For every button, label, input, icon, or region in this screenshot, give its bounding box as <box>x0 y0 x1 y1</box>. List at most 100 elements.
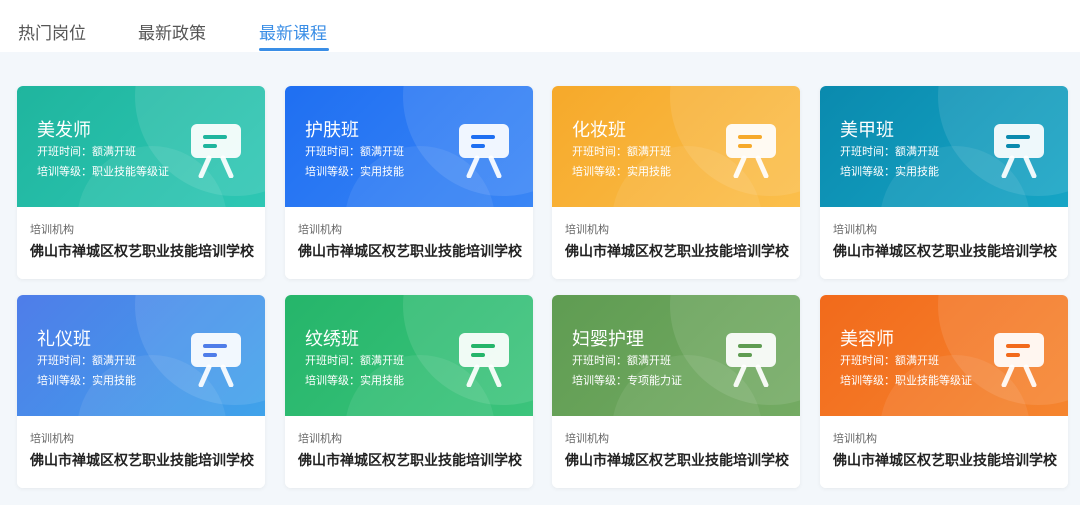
training-level-line: 培训等级：实用技能 <box>305 163 404 179</box>
org-label: 培训机构 <box>833 223 877 236</box>
course-title: 妇婴护理 <box>572 329 644 350</box>
training-level-value: 实用技能 <box>895 165 939 178</box>
start-time-line: 开班时间：额满开班 <box>305 352 404 368</box>
start-time-line: 开班时间：额满开班 <box>572 143 671 159</box>
course-title: 美容师 <box>840 329 894 350</box>
course-footer: 培训机构 佛山市禅城区权艺职业技能培训学校 <box>820 416 1068 488</box>
org-name: 佛山市禅城区权艺职业技能培训学校 <box>565 453 789 469</box>
course-title: 美甲班 <box>840 120 894 141</box>
course-card[interactable]: 礼仪班 开班时间：额满开班 培训等级：实用技能 培训机构 佛山市禅城区权艺职业技… <box>17 295 265 488</box>
course-title: 纹绣班 <box>305 329 359 350</box>
course-banner: 美容师 开班时间：额满开班 培训等级：职业技能等级证 <box>820 295 1068 416</box>
course-footer: 培训机构 佛山市禅城区权艺职业技能培训学校 <box>17 207 265 279</box>
training-level-label: 培训等级： <box>305 374 360 387</box>
tab-hot-jobs[interactable]: 热门岗位 <box>18 19 86 44</box>
presentation-board-icon <box>992 331 1046 388</box>
training-level-value: 实用技能 <box>92 374 136 387</box>
course-card[interactable]: 美容师 开班时间：额满开班 培训等级：职业技能等级证 培训机构 佛山市禅城区权艺… <box>820 295 1068 488</box>
course-title: 美发师 <box>37 120 91 141</box>
training-level-line: 培训等级：职业技能等级证 <box>840 372 972 388</box>
training-level-label: 培训等级： <box>840 374 895 387</box>
org-name: 佛山市禅城区权艺职业技能培训学校 <box>833 453 1057 469</box>
org-name: 佛山市禅城区权艺职业技能培训学校 <box>30 453 254 469</box>
start-time-value: 额满开班 <box>627 145 671 158</box>
training-level-line: 培训等级：职业技能等级证 <box>37 163 169 179</box>
course-banner: 美甲班 开班时间：额满开班 培训等级：实用技能 <box>820 86 1068 207</box>
tab-latest-courses[interactable]: 最新课程 <box>259 19 327 44</box>
training-level-label: 培训等级： <box>37 374 92 387</box>
start-time-value: 额满开班 <box>360 354 404 367</box>
start-time-label: 开班时间： <box>305 354 360 367</box>
start-time-label: 开班时间： <box>37 354 92 367</box>
course-banner: 化妆班 开班时间：额满开班 培训等级：实用技能 <box>552 86 800 207</box>
presentation-board-icon <box>724 122 778 179</box>
training-level-label: 培训等级： <box>572 165 627 178</box>
course-card[interactable]: 化妆班 开班时间：额满开班 培训等级：实用技能 培训机构 佛山市禅城区权艺职业技… <box>552 86 800 279</box>
presentation-board-icon <box>992 122 1046 179</box>
start-time-label: 开班时间： <box>572 354 627 367</box>
start-time-value: 额满开班 <box>895 354 939 367</box>
course-card[interactable]: 纹绣班 开班时间：额满开班 培训等级：实用技能 培训机构 佛山市禅城区权艺职业技… <box>285 295 533 488</box>
start-time-line: 开班时间：额满开班 <box>37 143 136 159</box>
training-level-value: 职业技能等级证 <box>92 165 169 178</box>
active-tab-indicator <box>259 48 329 51</box>
training-level-label: 培训等级： <box>37 165 92 178</box>
course-card[interactable]: 美甲班 开班时间：额满开班 培训等级：实用技能 培训机构 佛山市禅城区权艺职业技… <box>820 86 1068 279</box>
org-name: 佛山市禅城区权艺职业技能培训学校 <box>298 453 522 469</box>
course-banner: 妇婴护理 开班时间：额满开班 培训等级：专项能力证 <box>552 295 800 416</box>
org-name: 佛山市禅城区权艺职业技能培训学校 <box>565 244 789 260</box>
tab-bar: 热门岗位 最新政策 最新课程 <box>0 0 1080 52</box>
start-time-value: 额满开班 <box>92 145 136 158</box>
training-level-line: 培训等级：实用技能 <box>572 163 671 179</box>
training-level-value: 专项能力证 <box>627 374 682 387</box>
presentation-board-icon <box>724 331 778 388</box>
start-time-line: 开班时间：额满开班 <box>37 352 136 368</box>
org-label: 培训机构 <box>298 432 342 445</box>
org-name: 佛山市禅城区权艺职业技能培训学校 <box>298 244 522 260</box>
presentation-board-icon <box>189 331 243 388</box>
org-label: 培训机构 <box>565 432 609 445</box>
course-banner: 纹绣班 开班时间：额满开班 培训等级：实用技能 <box>285 295 533 416</box>
training-level-line: 培训等级：实用技能 <box>840 163 939 179</box>
org-name: 佛山市禅城区权艺职业技能培训学校 <box>833 244 1057 260</box>
course-banner: 美发师 开班时间：额满开班 培训等级：职业技能等级证 <box>17 86 265 207</box>
start-time-line: 开班时间：额满开班 <box>572 352 671 368</box>
training-level-value: 实用技能 <box>360 165 404 178</box>
start-time-value: 额满开班 <box>627 354 671 367</box>
training-level-label: 培训等级： <box>572 374 627 387</box>
tab-latest-policy[interactable]: 最新政策 <box>138 19 206 44</box>
course-footer: 培训机构 佛山市禅城区权艺职业技能培训学校 <box>552 207 800 279</box>
start-time-value: 额满开班 <box>360 145 404 158</box>
training-level-label: 培训等级： <box>840 165 895 178</box>
training-level-label: 培训等级： <box>305 165 360 178</box>
course-title: 护肤班 <box>305 120 359 141</box>
presentation-board-icon <box>189 122 243 179</box>
start-time-label: 开班时间： <box>840 145 895 158</box>
start-time-line: 开班时间：额满开班 <box>305 143 404 159</box>
course-footer: 培训机构 佛山市禅城区权艺职业技能培训学校 <box>552 416 800 488</box>
training-level-value: 职业技能等级证 <box>895 374 972 387</box>
start-time-label: 开班时间： <box>840 354 895 367</box>
org-name: 佛山市禅城区权艺职业技能培训学校 <box>30 244 254 260</box>
course-title: 化妆班 <box>572 120 626 141</box>
course-footer: 培训机构 佛山市禅城区权艺职业技能培训学校 <box>17 416 265 488</box>
training-level-value: 实用技能 <box>360 374 404 387</box>
org-label: 培训机构 <box>298 223 342 236</box>
start-time-label: 开班时间： <box>37 145 92 158</box>
course-footer: 培训机构 佛山市禅城区权艺职业技能培训学校 <box>820 207 1068 279</box>
course-card[interactable]: 妇婴护理 开班时间：额满开班 培训等级：专项能力证 培训机构 佛山市禅城区权艺职… <box>552 295 800 488</box>
org-label: 培训机构 <box>30 432 74 445</box>
course-title: 礼仪班 <box>37 329 91 350</box>
training-level-line: 培训等级：实用技能 <box>305 372 404 388</box>
start-time-line: 开班时间：额满开班 <box>840 352 939 368</box>
course-footer: 培训机构 佛山市禅城区权艺职业技能培训学校 <box>285 207 533 279</box>
start-time-value: 额满开班 <box>92 354 136 367</box>
course-footer: 培训机构 佛山市禅城区权艺职业技能培训学校 <box>285 416 533 488</box>
course-banner: 护肤班 开班时间：额满开班 培训等级：实用技能 <box>285 86 533 207</box>
course-card[interactable]: 护肤班 开班时间：额满开班 培训等级：实用技能 培训机构 佛山市禅城区权艺职业技… <box>285 86 533 279</box>
org-label: 培训机构 <box>565 223 609 236</box>
org-label: 培训机构 <box>833 432 877 445</box>
course-card[interactable]: 美发师 开班时间：额满开班 培训等级：职业技能等级证 培训机构 佛山市禅城区权艺… <box>17 86 265 279</box>
presentation-board-icon <box>457 122 511 179</box>
course-banner: 礼仪班 开班时间：额满开班 培训等级：实用技能 <box>17 295 265 416</box>
